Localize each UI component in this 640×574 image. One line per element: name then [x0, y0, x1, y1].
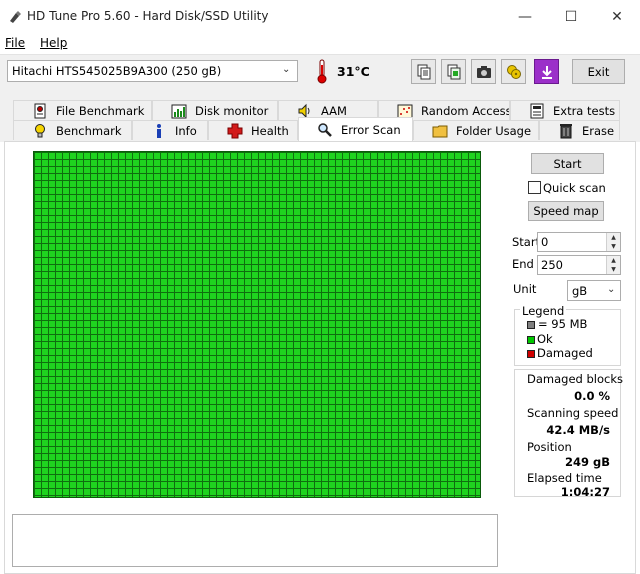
damaged-blocks-label: Damaged blocks	[527, 372, 623, 386]
maximize-button[interactable]: ☐	[548, 0, 594, 34]
copy-all-icon	[447, 64, 460, 79]
chevron-down-icon: ⌄	[282, 64, 291, 75]
tab-health[interactable]: Health	[208, 120, 298, 140]
folder-icon	[432, 125, 448, 137]
options-button[interactable]	[501, 59, 526, 84]
tab-disk-monitor[interactable]: Disk monitor	[152, 100, 278, 120]
health-cross-icon	[227, 123, 243, 138]
legend-swatch-damaged	[527, 350, 535, 358]
temperature-readout: 31°C	[337, 64, 370, 79]
menu-file[interactable]: File	[5, 36, 25, 50]
tab-label: Health	[251, 123, 289, 138]
maximize-icon: ☐	[564, 9, 578, 25]
tab-extra-tests[interactable]: Extra tests	[510, 100, 620, 120]
start-button[interactable]: Start	[531, 153, 604, 174]
minimize-button[interactable]: —	[502, 0, 548, 34]
lightbulb-icon	[35, 123, 45, 137]
drive-select[interactable]: Hitachi HTS545025B9A300 (250 gB)	[7, 60, 298, 82]
chevron-down-icon: ⌄	[607, 284, 616, 295]
legend-damaged: Damaged	[537, 346, 593, 360]
extra-tests-icon	[530, 103, 544, 118]
exit-button[interactable]: Exit	[572, 59, 625, 84]
quick-scan-checkbox[interactable]	[528, 181, 541, 194]
position-value: 249 gB	[564, 455, 610, 469]
tab-label: Random Access	[421, 103, 510, 118]
app-icon	[10, 11, 21, 23]
minimize-icon: —	[518, 9, 532, 25]
spin-down-icon[interactable]: ▼	[606, 242, 620, 251]
tab-label: AAM	[321, 103, 347, 118]
info-icon	[157, 123, 161, 138]
trash-icon	[560, 123, 572, 138]
screenshot-button[interactable]	[471, 59, 496, 84]
tab-folder-usage[interactable]: Folder Usage	[413, 120, 539, 140]
spin-up-icon[interactable]: ▲	[606, 256, 620, 265]
start-spinner[interactable]: ▲ ▼	[606, 233, 620, 251]
tab-erase[interactable]: Erase	[539, 120, 620, 140]
legend-title: Legend	[520, 304, 567, 318]
scanning-speed-value: 42.4 MB/s	[546, 423, 610, 437]
menu-help[interactable]: Help	[40, 36, 67, 50]
elapsed-time-label: Elapsed time	[527, 471, 602, 485]
tab-label: Error Scan	[341, 122, 401, 137]
end-field-label: End	[512, 257, 534, 271]
save-button[interactable]	[534, 59, 559, 84]
speed-map-button[interactable]: Speed map	[528, 201, 604, 221]
disk-monitor-icon	[171, 104, 187, 118]
window-title: HD Tune Pro 5.60 - Hard Disk/SSD Utility	[27, 9, 269, 23]
spin-up-icon[interactable]: ▲	[606, 233, 620, 242]
tab-benchmark[interactable]: Benchmark	[13, 120, 132, 140]
copy-icon	[417, 64, 430, 79]
disk-tools-icon	[506, 64, 521, 79]
end-spinner[interactable]: ▲ ▼	[606, 256, 620, 274]
damaged-blocks-value: 0.0 %	[574, 389, 610, 403]
tab-label: Disk monitor	[195, 103, 269, 118]
legend-block-size: = 95 MB	[538, 317, 588, 331]
tab-file-benchmark[interactable]: File Benchmark	[13, 100, 152, 120]
legend-swatch-ok	[527, 336, 535, 344]
download-icon	[541, 65, 552, 79]
close-button[interactable]: ✕	[594, 0, 640, 34]
copy-all-button[interactable]	[441, 59, 466, 84]
copy-button[interactable]	[411, 59, 436, 84]
tab-label: Info	[175, 123, 197, 138]
tab-label: Extra tests	[553, 103, 616, 118]
close-icon: ✕	[611, 9, 623, 25]
log-output[interactable]	[12, 514, 498, 567]
elapsed-time-value: 1:04:27	[560, 485, 610, 499]
scan-block-grid	[33, 151, 481, 498]
spin-down-icon[interactable]: ▼	[606, 265, 620, 274]
tab-label: Benchmark	[56, 123, 122, 138]
tab-label: Folder Usage	[456, 123, 532, 138]
quick-scan-label: Quick scan	[543, 181, 606, 195]
menu-bar	[0, 34, 640, 54]
legend-ok: Ok	[537, 332, 553, 346]
file-benchmark-icon	[34, 103, 46, 118]
magnifier-icon	[318, 122, 332, 137]
legend-swatch-block	[527, 321, 535, 329]
position-label: Position	[527, 440, 572, 454]
scanning-speed-label: Scanning speed	[527, 406, 619, 420]
tab-error-scan[interactable]: Error Scan	[298, 117, 413, 141]
start-field-label: Start	[512, 235, 541, 249]
camera-icon	[476, 65, 491, 78]
tab-label: File Benchmark	[56, 103, 145, 118]
tab-label: Erase	[582, 123, 615, 138]
thermometer-icon	[317, 59, 327, 84]
tab-info[interactable]: Info	[132, 120, 208, 140]
unit-label: Unit	[513, 282, 537, 296]
